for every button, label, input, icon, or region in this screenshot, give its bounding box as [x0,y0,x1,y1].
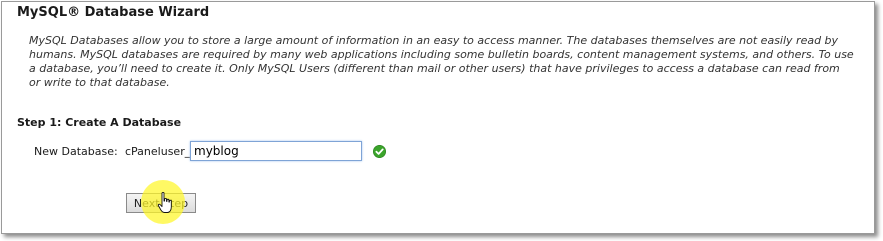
wizard-description: MySQL Databases allow you to store a lar… [29,34,854,89]
page-title: MySQL® Database Wizard [17,5,210,20]
wizard-panel: MySQL® Database Wizard MySQL Databases a… [1,1,875,234]
database-prefix: cPaneluser_ [125,145,191,158]
new-database-input[interactable] [190,141,362,161]
check-circle-icon [373,145,386,158]
new-database-label: New Database: [34,145,118,158]
step-heading: Step 1: Create A Database [17,116,182,129]
next-step-button[interactable]: Next Step [126,193,196,213]
